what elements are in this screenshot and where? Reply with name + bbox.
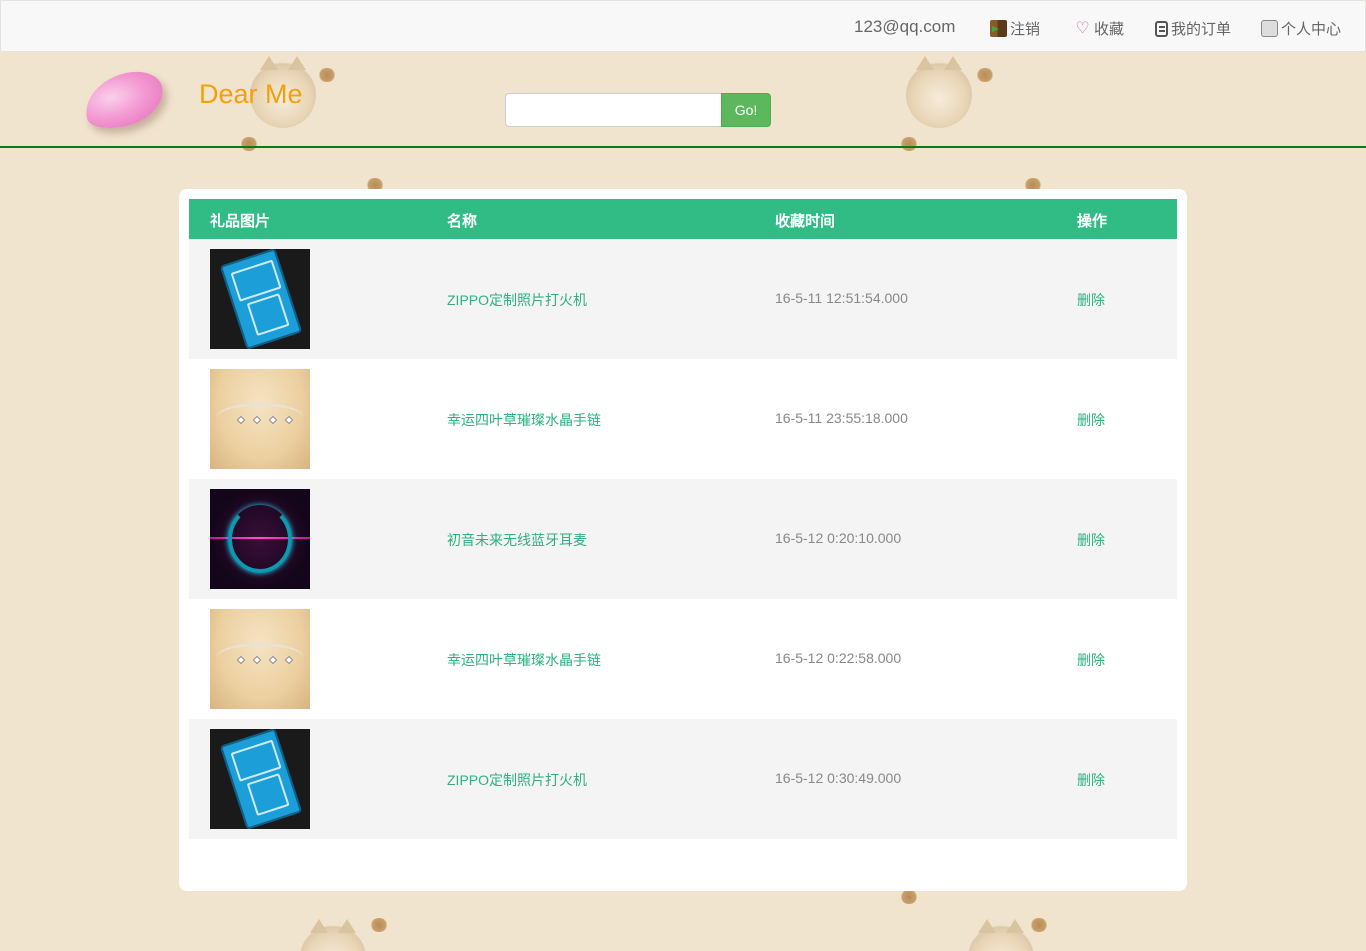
product-name-link[interactable]: 幸运四叶草璀璨水晶手链	[447, 650, 601, 670]
header-gift-image: 礼品图片	[210, 213, 271, 230]
logout-icon	[990, 20, 1007, 37]
delete-link[interactable]: 删除	[1077, 410, 1105, 430]
product-name-link[interactable]: ZIPPO定制照片打火机	[447, 770, 587, 790]
favorite-time: 16-5-11 23:55:18.000	[775, 410, 908, 426]
favorites-table: 礼品图片 名称 收藏时间 操作 ZIPPO定制照片打火机 16-5-11 12:…	[189, 199, 1177, 839]
flower-decoration	[1030, 918, 1048, 932]
zippo-lighter-thumbnail[interactable]	[210, 249, 310, 349]
order-icon	[1155, 20, 1168, 37]
search-go-button[interactable]: Go!	[721, 93, 771, 127]
favorite-time: 16-5-11 12:51:54.000	[775, 290, 908, 306]
table-row: 幸运四叶草璀璨水晶手链 16-5-11 23:55:18.000 删除	[189, 359, 1177, 479]
zippo-lighter-thumbnail[interactable]	[210, 729, 310, 829]
nav-logout[interactable]: 注销	[990, 18, 1040, 39]
delete-link[interactable]: 删除	[1077, 290, 1105, 310]
nav-my-orders[interactable]: 我的订单	[1155, 18, 1231, 39]
delete-link[interactable]: 删除	[1077, 650, 1105, 670]
header-favorite-time: 收藏时间	[775, 213, 836, 230]
product-name-link[interactable]: ZIPPO定制照片打火机	[447, 290, 587, 310]
nav-user-center-label: 个人中心	[1281, 21, 1342, 38]
favorite-time: 16-5-12 0:20:10.000	[775, 530, 902, 546]
bracelet-thumbnail[interactable]	[210, 609, 310, 709]
flower-decoration	[370, 918, 388, 932]
table-row: ZIPPO定制照片打火机 16-5-11 12:51:54.000 删除	[189, 239, 1177, 359]
nav-logout-label: 注销	[1010, 21, 1041, 38]
table-row: 幸运四叶草璀璨水晶手链 16-5-12 0:22:58.000 删除	[189, 599, 1177, 719]
delete-link[interactable]: 删除	[1077, 530, 1105, 550]
nav-favorites[interactable]: ♡ 收藏	[1074, 18, 1124, 39]
nav-my-orders-label: 我的订单	[1171, 21, 1232, 38]
favorite-time: 16-5-12 0:30:49.000	[775, 770, 902, 786]
table-header: 礼品图片 名称 收藏时间 操作	[189, 199, 1177, 239]
favorites-panel: 礼品图片 名称 收藏时间 操作 ZIPPO定制照片打火机 16-5-11 12:…	[179, 189, 1187, 891]
product-name-link[interactable]: 初音未来无线蓝牙耳麦	[447, 530, 587, 550]
top-navbar: 123@qq.com 注销 ♡ 收藏 我的订单 个人中心	[0, 0, 1366, 52]
bracelet-thumbnail[interactable]	[210, 369, 310, 469]
headset-thumbnail[interactable]	[210, 489, 310, 589]
search-input[interactable]	[505, 93, 722, 127]
delete-link[interactable]: 删除	[1077, 770, 1105, 790]
favorite-icon: ♡	[1075, 20, 1090, 37]
user-email: 123@qq.com	[854, 17, 956, 36]
brand-title[interactable]: Dear Me	[199, 79, 303, 110]
user-center-icon	[1261, 20, 1278, 37]
header-action: 操作	[1077, 213, 1108, 230]
table-row: ZIPPO定制照片打火机 16-5-12 0:30:49.000 删除	[189, 719, 1177, 839]
cat-decoration	[300, 919, 366, 951]
product-name-link[interactable]: 幸运四叶草璀璨水晶手链	[447, 410, 601, 430]
header-name: 名称	[447, 213, 478, 230]
site-header: Dear Me Go!	[0, 52, 1366, 148]
flower-decoration	[900, 890, 918, 904]
cat-decoration	[968, 919, 1034, 951]
petal-logo-icon	[79, 66, 169, 134]
favorite-time: 16-5-12 0:22:58.000	[775, 650, 902, 666]
nav-user-center[interactable]: 个人中心	[1261, 18, 1341, 39]
nav-favorites-label: 收藏	[1094, 21, 1125, 38]
table-row: 初音未来无线蓝牙耳麦 16-5-12 0:20:10.000 删除	[189, 479, 1177, 599]
